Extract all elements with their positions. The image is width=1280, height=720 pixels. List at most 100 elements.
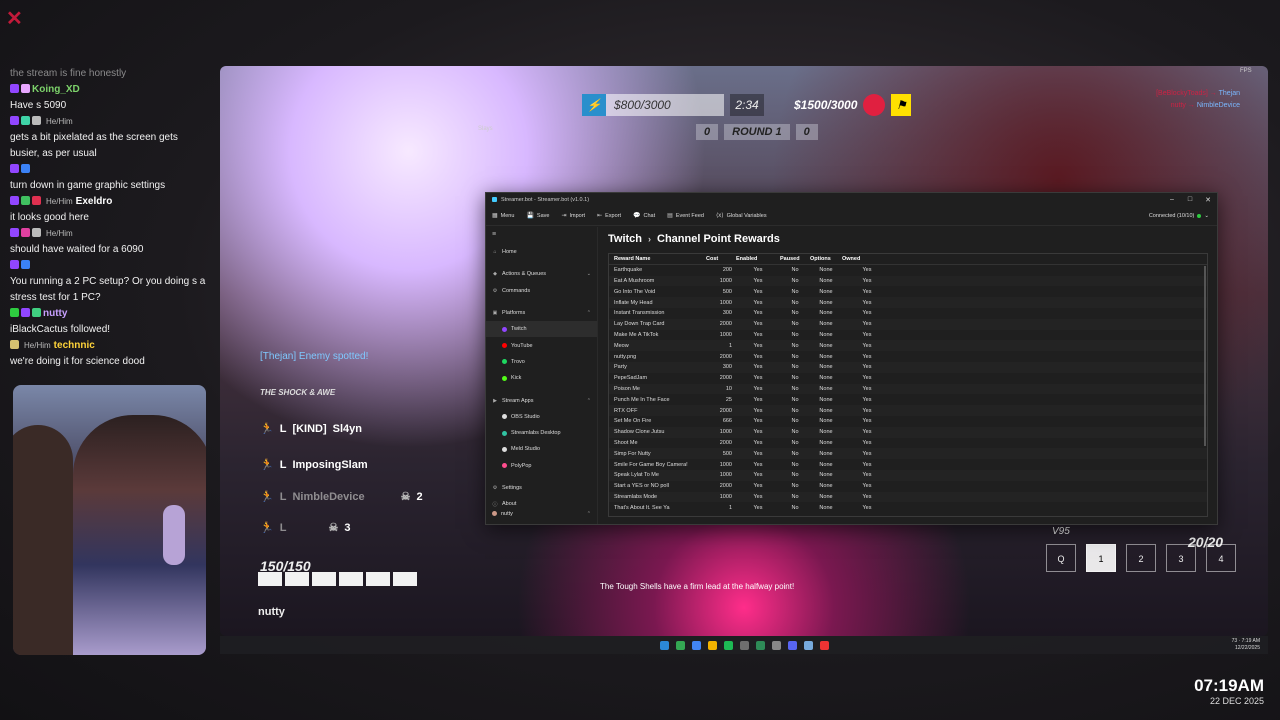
save-button[interactable]: 💾 Save: [526, 212, 549, 220]
sidebar-item-streamlabs-desktop[interactable]: Streamlabs Desktop: [486, 425, 597, 441]
table-row[interactable]: Start a YES or NO poll 2000 Yes No None Yes: [609, 481, 1207, 492]
table-row[interactable]: Simp For Nutty 500 Yes No None Yes: [609, 448, 1207, 460]
pronoun-tag: He/Him: [46, 117, 73, 126]
column-header[interactable]: Owned: [842, 256, 892, 262]
minimize-button[interactable]: –: [1163, 196, 1181, 204]
chat-username[interactable]: technnic: [54, 340, 95, 351]
sidebar-item-actions-queues[interactable]: ◆ Actions & Queues ⌄: [486, 266, 597, 282]
sidebar-item-label: Commands: [502, 287, 531, 294]
table-row[interactable]: Inflate My Head 1000 Yes No None Yes: [609, 297, 1207, 308]
taskbar-app-icon[interactable]: [675, 640, 685, 650]
scrollbar[interactable]: [1204, 266, 1206, 446]
column-header[interactable]: Options: [810, 256, 842, 262]
table-row[interactable]: Instant Transmission 300 Yes No None Yes: [609, 308, 1207, 319]
sidebar-item-kick[interactable]: Kick: [486, 370, 597, 386]
taskbar-app-icon[interactable]: [819, 640, 829, 650]
menu-button[interactable]: ▦ Menu: [492, 212, 514, 220]
taskbar-app-icon[interactable]: [787, 640, 797, 650]
table-row[interactable]: Party 300 Yes No None Yes: [609, 361, 1207, 373]
taskbar-app-icon[interactable]: [707, 640, 717, 650]
table-row[interactable]: Earthquake 200 Yes No None Yes: [609, 265, 1207, 276]
spotted-message: [Thejan] Enemy spotted!: [260, 351, 369, 362]
round-timer: 2:34: [730, 94, 764, 116]
chat-header: He/Him: [10, 226, 210, 242]
table-row[interactable]: Go Into The Void 500 Yes No None Yes: [609, 286, 1207, 297]
obs-studio-icon: [502, 414, 507, 420]
table-row[interactable]: Make Me A TikTok 1000 Yes No None Yes: [609, 330, 1207, 341]
table-row[interactable]: Eat A Mushroom 1000 Yes No None Yes: [609, 275, 1207, 287]
chat-header: [10, 258, 210, 274]
global-variables-button[interactable]: ⟨x⟩ Global Variables: [716, 212, 767, 220]
sidebar-item-label: Settings: [502, 485, 522, 491]
table-row[interactable]: Punch Me In The Face 25 Yes No None Yes: [609, 394, 1207, 405]
sidebar-item-obs-studio[interactable]: OBS Studio: [486, 409, 597, 425]
webcam-feed: [13, 385, 206, 655]
system-tray[interactable]: 73 · 7:19 AM 12/22/2025: [1232, 638, 1260, 652]
sidebar-item-settings[interactable]: ⚙ Settings: [486, 480, 597, 496]
table-cell: 1000: [719, 493, 732, 500]
user-account[interactable]: nutty ⌃: [486, 506, 597, 522]
table-row[interactable]: Smile For Game Boy Camera! 1000 Yes No None Y…: [609, 459, 1207, 470]
close-button[interactable]: ✕: [1199, 196, 1217, 204]
chat-username[interactable]: Koing_XD: [32, 84, 80, 95]
sidebar-item-trovo[interactable]: Trovo: [486, 354, 597, 370]
sidebar-item-youtube[interactable]: YouTube: [486, 337, 597, 353]
chat-button[interactable]: 💬 Chat: [633, 212, 655, 220]
table-row[interactable]: That's About It. See Ya 1 Yes No None Yes: [609, 502, 1207, 513]
column-header[interactable]: Reward Name: [614, 256, 706, 262]
chat-username[interactable]: nutty: [43, 308, 67, 319]
table-cell: None: [819, 364, 833, 371]
taskbar-app-icon[interactable]: [755, 640, 765, 650]
taskbar-app-icon[interactable]: [803, 640, 813, 650]
hamburger-icon[interactable]: ≡: [486, 229, 597, 244]
death-count: 3: [344, 521, 351, 534]
table-row[interactable]: nutty.png 2000 Yes No None Yes: [609, 351, 1207, 362]
column-header[interactable]: Enabled: [736, 256, 780, 262]
chat-badge-icon: [21, 260, 30, 269]
table-row[interactable]: RTX OFF 2000 Yes No None Yes: [609, 405, 1207, 416]
table-row[interactable]: PepeSadJam 2000 Yes No None Yes: [609, 373, 1207, 384]
sidebar-item-platforms[interactable]: ▣ Platforms ⌃: [486, 305, 597, 321]
sidebar-item-stream-apps[interactable]: ▶ Stream Apps ⌃: [486, 392, 597, 408]
enemy-money: $1500/3000: [794, 98, 858, 112]
chat-badge-icon: [10, 228, 19, 237]
export-button[interactable]: ⇤ Export: [597, 212, 621, 220]
table-row[interactable]: Meow 1 Yes No None Yes: [609, 340, 1207, 352]
fps-counter: FPS: [1240, 68, 1252, 74]
table-cell: No: [791, 267, 799, 274]
youtube-icon: [502, 343, 507, 349]
chat-message: it looks good here: [10, 212, 89, 223]
table-cell: None: [819, 396, 833, 403]
taskbar-app-icon[interactable]: [739, 640, 749, 650]
table-row[interactable]: Speak Lylat To Me 1000 Yes No None Yes: [609, 469, 1207, 481]
table-row[interactable]: Streamlabs Mode 1000 Yes No None Yes: [609, 491, 1207, 503]
taskbar-app-icon[interactable]: [771, 640, 781, 650]
sidebar-item-twitch[interactable]: Twitch: [486, 321, 597, 338]
table-cell: RTX OFF: [614, 407, 638, 414]
table-row[interactable]: Poison Me 10 Yes No None Yes: [609, 383, 1207, 395]
breadcrumb-root[interactable]: Twitch: [608, 233, 642, 245]
import-button[interactable]: ⇥ Import: [561, 212, 585, 220]
table-cell: Yes: [753, 310, 763, 317]
taskbar-app-icon[interactable]: [659, 640, 669, 650]
taskbar-app-icon[interactable]: [723, 640, 733, 650]
sidebar-item-meld-studio[interactable]: Meld Studio: [486, 441, 597, 457]
window-titlebar[interactable]: Streamer.bot - Streamer.bot (v1.0.1) – □…: [486, 193, 1217, 206]
sidebar-item-polypop[interactable]: PolyPop: [486, 458, 597, 474]
chevron-icon: ⌃: [586, 397, 591, 404]
column-header[interactable]: Cost: [706, 256, 736, 262]
table-row[interactable]: Shadow Clone Jutsu 1000 Yes No None Yes: [609, 426, 1207, 438]
table-row[interactable]: Lay Down Trap Card 2000 Yes No None Yes: [609, 318, 1207, 330]
maximize-button[interactable]: □: [1181, 196, 1199, 204]
connection-status[interactable]: Connected (10/10) ⌄: [1149, 213, 1209, 219]
sidebar-item-home[interactable]: ⌂ Home: [486, 244, 597, 260]
killfeed-killer: [BeBlockyToads]: [1156, 90, 1208, 97]
table-cell: Eat A Mushroom: [614, 277, 655, 284]
event-feed-button[interactable]: ▤ Event Feed: [667, 212, 704, 220]
taskbar-app-icon[interactable]: [691, 640, 701, 650]
table-row[interactable]: Shoot Me 2000 Yes No None Yes: [609, 438, 1207, 449]
sidebar-item-commands[interactable]: ⚙ Commands: [486, 283, 597, 299]
table-row[interactable]: Set Me On Fire 666 Yes No None Yes: [609, 416, 1207, 427]
column-header[interactable]: Paused: [780, 256, 810, 262]
chat-username[interactable]: Exeldro: [76, 196, 113, 207]
